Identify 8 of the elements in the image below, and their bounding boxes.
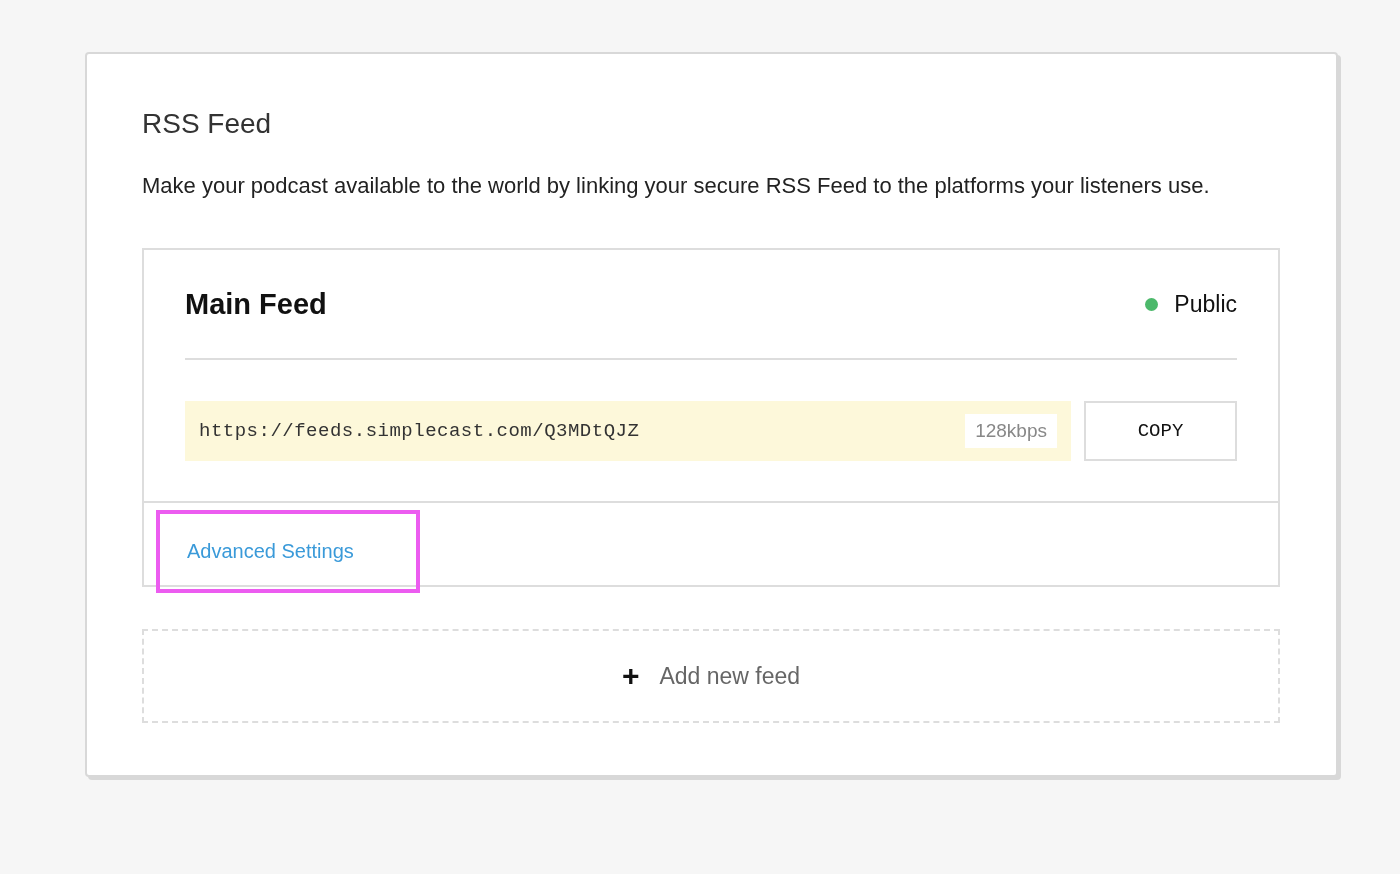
copy-button[interactable]: COPY <box>1084 401 1237 461</box>
bitrate-label: 128kbps <box>965 414 1057 448</box>
section-title: RSS Feed <box>142 107 273 141</box>
feed-name: Main Feed <box>185 287 327 321</box>
section-description: Make your podcast available to the world by linking your secure RSS Feed to the platforms your listeners use. <box>142 172 1211 200</box>
feed-url-field[interactable]: https://feeds.simplecast.com/Q3MDtQJZ 128kbps <box>185 401 1071 461</box>
status-label: Public <box>1174 290 1237 318</box>
add-new-feed-button[interactable]: + Add new feed <box>142 629 1280 723</box>
